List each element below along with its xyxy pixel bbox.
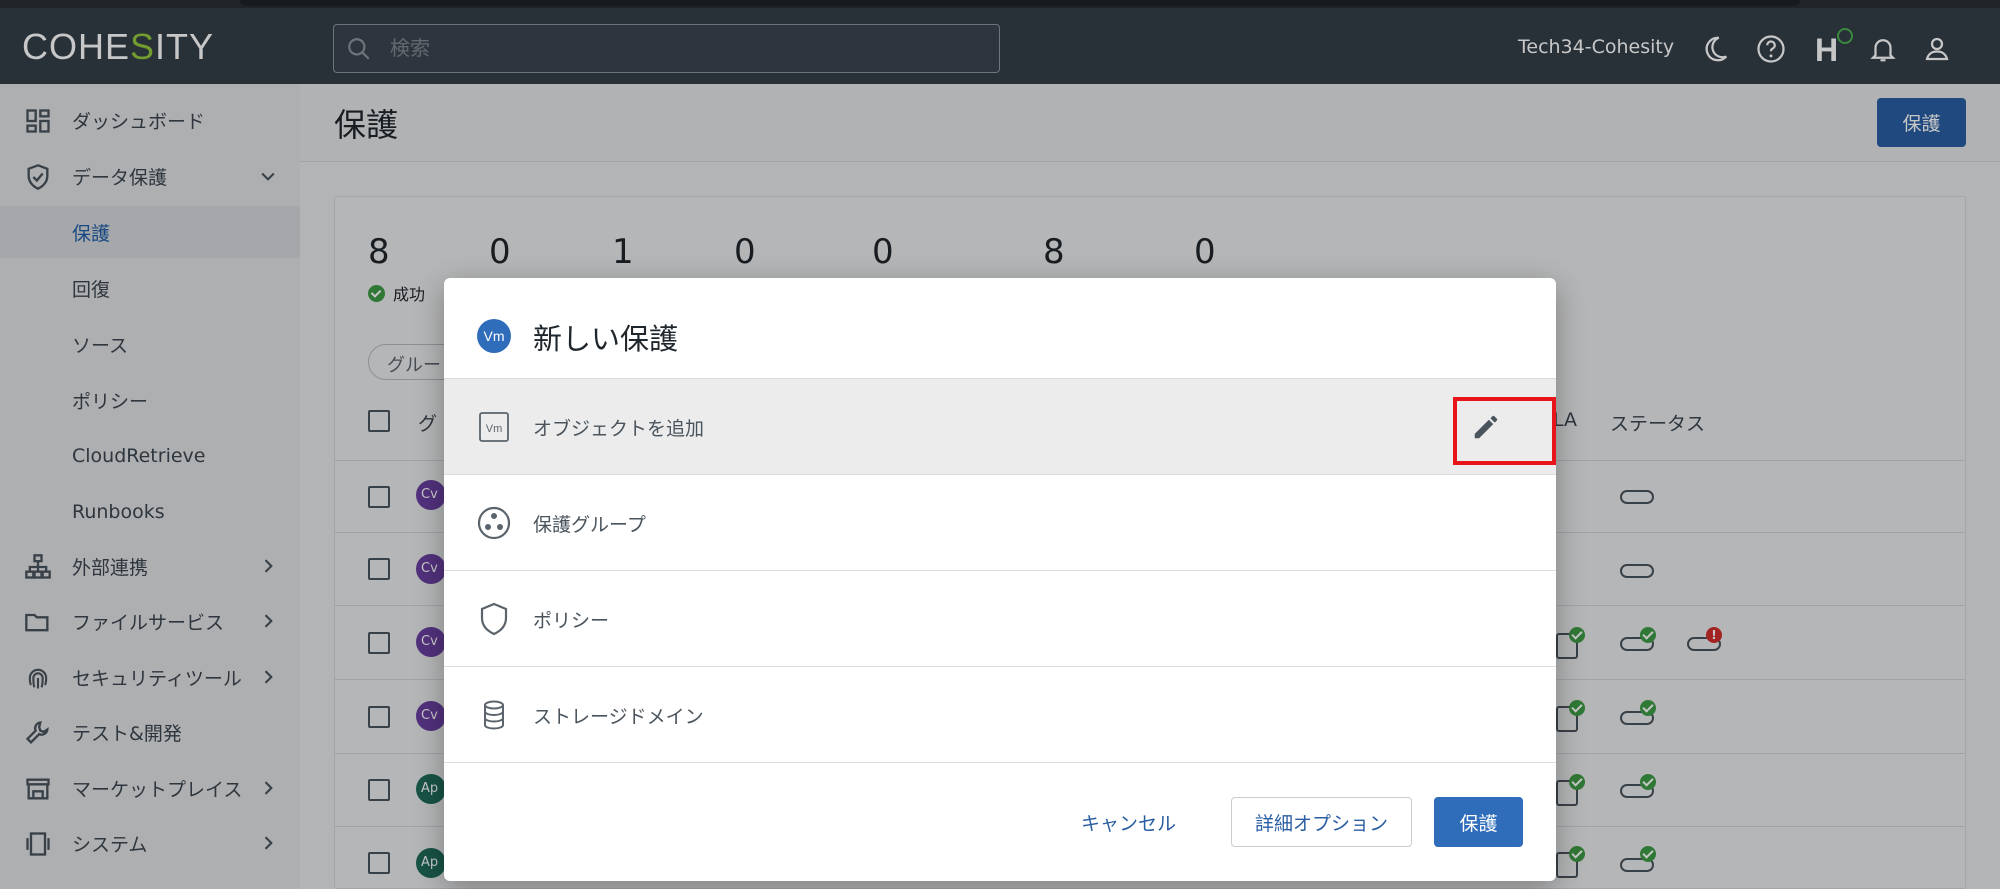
vm-badge-icon: Vm (477, 319, 511, 353)
svg-text:Vm: Vm (486, 423, 503, 435)
policy-row[interactable]: ポリシー (444, 571, 1556, 667)
dialog-header: Vm 新しい保護 (444, 278, 1556, 379)
protection-group-row[interactable]: 保護グループ (444, 475, 1556, 571)
new-protection-dialog: Vm 新しい保護 Vm オブジェクトを追加 保護グループ ポリシー ストレージド… (444, 278, 1556, 881)
protection-group-label: 保護グループ (533, 514, 646, 536)
storage-domain-label: ストレージドメイン (533, 706, 704, 728)
protection-group-icon (477, 506, 511, 540)
policy-label: ポリシー (533, 610, 610, 632)
protect-button[interactable]: 保護 (1434, 797, 1523, 847)
vm-icon: Vm (479, 412, 509, 442)
add-objects-row[interactable]: Vm オブジェクトを追加 (444, 379, 1556, 475)
database-icon (484, 700, 504, 730)
dialog-footer: キャンセル 詳細オプション 保護 (444, 763, 1556, 881)
storage-domain-row[interactable]: ストレージドメイン (444, 667, 1556, 763)
dialog-title: 新しい保護 (533, 322, 679, 356)
highlight-annotation (1453, 397, 1556, 465)
cancel-button[interactable]: キャンセル (1061, 798, 1196, 847)
shield-icon (480, 602, 508, 636)
advanced-options-button[interactable]: 詳細オプション (1231, 797, 1412, 847)
add-objects-label: オブジェクトを追加 (533, 418, 705, 440)
